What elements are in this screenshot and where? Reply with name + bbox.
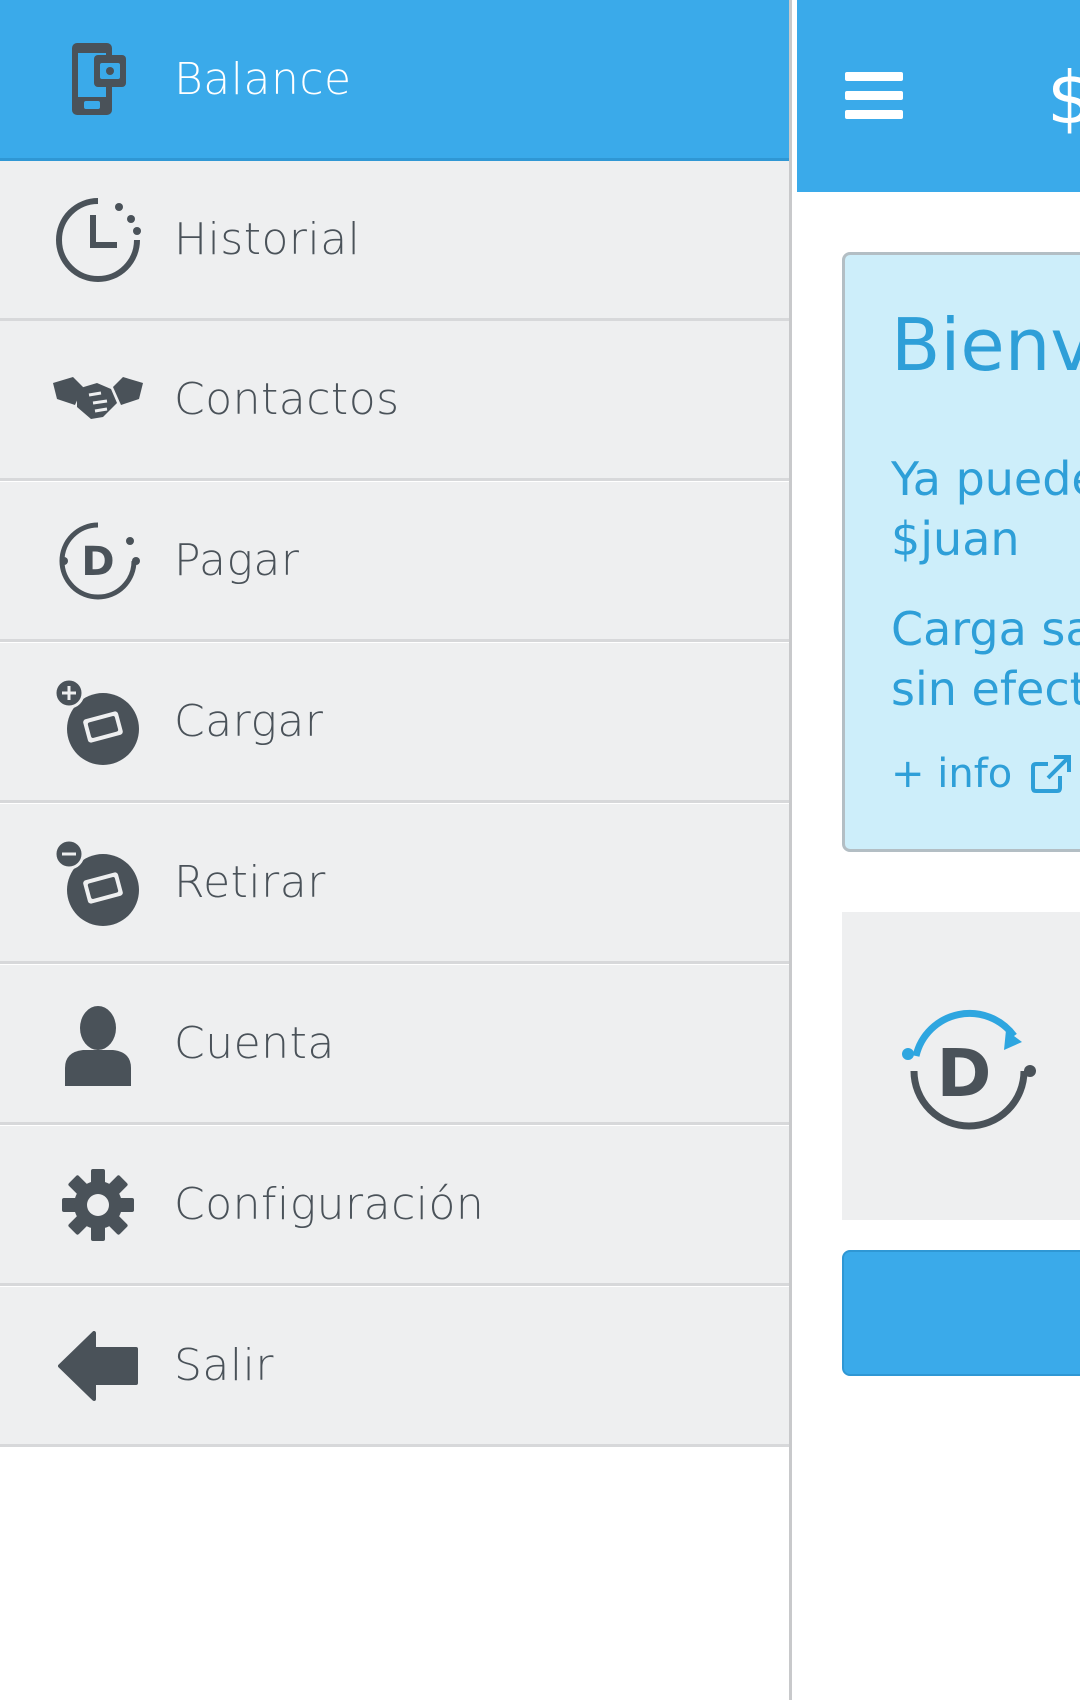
arrow-left-icon — [50, 1318, 146, 1414]
menu-item-salir[interactable]: Salir — [0, 1287, 789, 1447]
external-link-icon — [1031, 755, 1072, 793]
menu-item-historial[interactable]: Historial — [0, 161, 789, 321]
more-info-link[interactable]: + info — [891, 751, 1072, 797]
menu-item-retirar[interactable]: Retirar — [0, 804, 789, 964]
menu-item-label: Contactos — [174, 374, 400, 425]
menu-item-label: Retirar — [174, 857, 326, 908]
primary-action-button[interactable] — [842, 1250, 1080, 1376]
menu-item-pagar[interactable]: D Pagar — [0, 482, 789, 642]
navigation-drawer: Balance Historial Contactos D Pagar Carg… — [0, 0, 792, 1700]
history-clock-icon — [50, 192, 146, 288]
balance-title: $ — [1047, 56, 1080, 140]
app-bar: $ — [797, 0, 1080, 192]
svg-text:D: D — [937, 1035, 992, 1112]
menu-item-label: Cargar — [174, 696, 324, 747]
welcome-text-line: Carga sal — [891, 602, 1080, 656]
menu-item-label: Cuenta — [174, 1018, 335, 1069]
user-icon — [50, 996, 146, 1092]
pay-d-icon: D — [50, 513, 146, 609]
cash-plus-icon — [50, 674, 146, 770]
menu-item-cuenta[interactable]: Cuenta — [0, 965, 789, 1125]
more-info-label: + info — [891, 751, 1013, 797]
app-logo-icon: D — [902, 1009, 1036, 1130]
menu-item-cargar[interactable]: Cargar — [0, 643, 789, 803]
menu-item-label: Salir — [174, 1340, 274, 1391]
welcome-text-line: $juan — [891, 512, 1020, 566]
gear-icon — [50, 1157, 146, 1253]
welcome-text-line: Ya puede — [891, 452, 1080, 506]
menu-item-label: Balance — [174, 53, 352, 105]
cash-minus-icon — [50, 835, 146, 931]
welcome-card: Bienve Ya puede $juan Carga sal sin efec… — [842, 252, 1080, 852]
handshake-icon — [50, 352, 146, 448]
hamburger-menu-icon[interactable] — [845, 72, 903, 120]
wallet-phone-icon — [50, 31, 146, 127]
welcome-title: Bienve — [891, 303, 1080, 387]
svg-text:D: D — [81, 539, 114, 585]
menu-item-configuracion[interactable]: Configuración — [0, 1126, 789, 1286]
menu-item-label: Configuración — [174, 1179, 485, 1230]
menu-item-balance[interactable]: Balance — [0, 0, 789, 161]
welcome-text-line: sin efecti — [891, 662, 1080, 716]
menu-item-contactos[interactable]: Contactos — [0, 321, 789, 481]
menu-item-label: Historial — [174, 214, 361, 265]
menu-item-label: Pagar — [174, 535, 300, 586]
logo-card: D — [842, 912, 1080, 1220]
main-content: $ Bienve Ya puede $juan Carga sal sin ef… — [797, 0, 1080, 1700]
